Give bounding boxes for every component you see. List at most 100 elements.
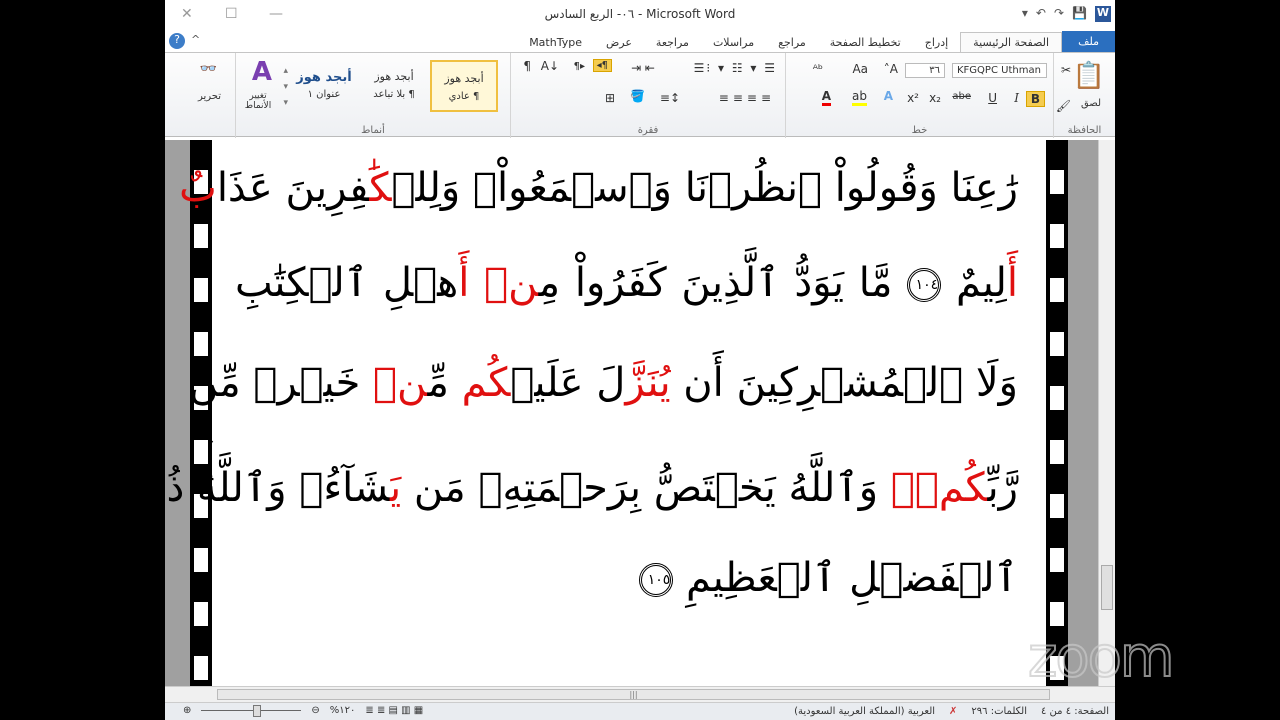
tab-page-layout[interactable]: تخطيط الصفحة bbox=[818, 33, 913, 52]
ltr-direction-button[interactable]: ▸¶ bbox=[574, 61, 585, 72]
help-icon[interactable]: ? bbox=[169, 33, 185, 49]
highlighted-text: كَٰ bbox=[369, 165, 392, 211]
tab-review[interactable]: مراجعة bbox=[644, 33, 701, 52]
style-normal[interactable]: أبجد هوز ¶ عادي bbox=[430, 60, 498, 112]
tab-view[interactable]: عرض bbox=[594, 33, 644, 52]
styles-group: أبجد هوز ¶ عادي أبجد هوز ¶ بلا تباعد أبجد … bbox=[235, 53, 510, 138]
text-segment: وَٱللَّهُ يَخۡتَصُّ بِرَحۡمَتِهِۦ مَن bbox=[401, 465, 891, 511]
status-bar: الصفحة: ٤ من ٤ الكلمات: ٢٩٦ ✗ العربية (ا… bbox=[165, 702, 1115, 720]
subscript-button[interactable]: x₂ bbox=[929, 91, 941, 105]
zoom-in-button[interactable]: ⊕ bbox=[183, 705, 191, 716]
bold-button[interactable]: B bbox=[1025, 91, 1045, 107]
vertical-scroll-thumb[interactable] bbox=[1101, 565, 1113, 610]
text-line: رَٰعِنَا وَقُولُواْ ٱنظُرۡنَا وَٱسۡمَعُو… bbox=[179, 165, 1018, 211]
styles-scroll-arrows[interactable]: ▴ ▾ ▾ bbox=[283, 63, 288, 111]
highlighted-text: يُنَزَّ bbox=[625, 360, 671, 406]
indent-icons[interactable]: ⇤ ⇥ bbox=[631, 61, 655, 75]
font-color-icon[interactable]: A bbox=[821, 89, 831, 106]
tab-references[interactable]: مراجع bbox=[766, 33, 818, 52]
tab-file[interactable]: ملف bbox=[1062, 31, 1115, 52]
grow-font-button[interactable]: A˄ bbox=[884, 62, 898, 76]
mouse-cursor-icon: ↖ bbox=[202, 428, 216, 447]
quick-access-toolbar: ▾ ↶ ↷ 💾 W bbox=[1022, 6, 1111, 22]
text-segment: خَيۡرٖ مِّن bbox=[188, 360, 374, 406]
highlighted-text: نۡ bbox=[373, 360, 428, 406]
borders-icon[interactable]: ⊞ bbox=[605, 91, 615, 105]
sort-icon[interactable]: ↓A bbox=[541, 59, 559, 73]
text-segment: هۡلِ ٱلۡكِتَٰبِ bbox=[235, 260, 459, 306]
strikethrough-button[interactable]: abe bbox=[952, 91, 971, 102]
text-line: وَلَا ٱلۡمُشۡرِكِينَ أَن يُنَزَّلَ عَلَي… bbox=[189, 360, 1018, 406]
change-styles-icon[interactable]: A bbox=[252, 57, 272, 87]
text-line: أَلِيمٌ ١٠٤ مَّا يَوَدُّ ٱلَّذِينَ كَفَر… bbox=[235, 260, 1018, 306]
shading-icon[interactable]: 🪣 bbox=[630, 89, 645, 103]
line-spacing-icon[interactable]: ↕≡ bbox=[660, 91, 680, 105]
rtl-direction-button[interactable]: ¶◂ bbox=[592, 59, 612, 72]
text-segment: فِرِينَ عَذَا bbox=[216, 165, 370, 211]
alignment-buttons[interactable]: ≡≡≡≡ bbox=[719, 91, 775, 105]
document-page[interactable]: رَٰعِنَا وَقُولُواْ ٱنظُرۡنَا وَٱسۡمَعُو… bbox=[147, 140, 1068, 686]
paste-button[interactable]: لصق bbox=[1081, 98, 1101, 109]
text-segment: ٱلۡفَضۡلِ ٱلۡعَظِيمِ bbox=[673, 555, 1018, 601]
italic-button[interactable]: I bbox=[1014, 91, 1019, 105]
text-segment: مِّ bbox=[427, 360, 462, 406]
editing-group: 👓 تحرير bbox=[165, 53, 235, 138]
style-name: ¶ بلا تباعد bbox=[373, 89, 415, 100]
ribbon-tabs: ملف الصفحة الرئيسية إدراج تخطيط الصفحة م… bbox=[165, 30, 1115, 52]
paste-icon[interactable]: 📋 bbox=[1073, 61, 1105, 91]
cut-icon[interactable]: ✂ bbox=[1061, 63, 1071, 77]
editing-button[interactable]: تحرير bbox=[198, 91, 221, 102]
text-line: ٱلۡفَضۡلِ ٱلۡعَظِيمِ ١٠٥ bbox=[235, 555, 1018, 601]
text-segment: مَّا يَوَدُّ ٱلَّذِينَ كَفَرُواْ مِ bbox=[538, 260, 908, 306]
view-buttons[interactable]: ≣ ≣ ▤ ▥ ▦ bbox=[365, 705, 423, 716]
zoom-slider[interactable] bbox=[201, 705, 302, 717]
format-painter-icon[interactable]: 🖌 bbox=[1056, 99, 1071, 113]
zoom-out-button[interactable]: ⊖ bbox=[311, 705, 319, 716]
underline-button[interactable]: U bbox=[988, 91, 997, 105]
highlight-icon[interactable]: ab bbox=[852, 89, 867, 106]
highlighted-text: يَ bbox=[390, 465, 402, 511]
page-count[interactable]: الصفحة: ٤ من ٤ bbox=[1041, 706, 1109, 717]
vertical-scrollbar[interactable] bbox=[1098, 140, 1115, 686]
text-effects-icon[interactable]: A bbox=[884, 89, 893, 103]
tab-home[interactable]: الصفحة الرئيسية bbox=[960, 32, 1063, 52]
change-styles-button[interactable]: تغيير الأنماط bbox=[238, 91, 278, 111]
customize-qat-icon[interactable]: ▾ bbox=[1022, 6, 1028, 22]
text-segment: لَ عَلَيۡ bbox=[510, 360, 626, 406]
save-icon[interactable]: 💾 bbox=[1072, 6, 1087, 22]
highlighted-text: بٌ bbox=[179, 165, 217, 211]
superscript-button[interactable]: x² bbox=[907, 91, 919, 105]
text-segment: شَآءُۚ وَٱللَّهُ ذُو bbox=[147, 465, 390, 511]
tab-insert[interactable]: إدراج bbox=[913, 33, 960, 52]
font-group: KFGQPC Uthman ٣٦ A˄ Aa ᴬᵇ B I U abe x₂ x… bbox=[785, 53, 1053, 138]
style-no-spacing[interactable]: أبجد هوز ¶ بلا تباعد bbox=[360, 60, 428, 112]
find-icon[interactable]: 👓 bbox=[200, 61, 217, 77]
tab-mathtype[interactable]: MathType bbox=[517, 33, 594, 52]
redo-icon[interactable]: ↷ bbox=[1054, 6, 1064, 22]
paragraph-group-label: فقرة bbox=[637, 125, 659, 136]
show-marks-button[interactable]: ¶ bbox=[523, 59, 531, 73]
change-case-button[interactable]: Aa bbox=[852, 62, 868, 76]
bullets-numbering-icons[interactable]: ☰ ▾ ☷ ▾ ⁝☰ bbox=[694, 61, 777, 75]
zoom-level[interactable]: %١٢٠ bbox=[330, 705, 356, 716]
text-line: رَّبِّكُمۡۚ وَٱللَّهُ يَخۡتَصُّ بِرَحۡمَ… bbox=[147, 465, 1018, 511]
word-count[interactable]: الكلمات: ٢٩٦ bbox=[971, 706, 1027, 717]
ribbon: 📋 لصق ✂ 🖌 الحافظة KFGQPC Uthman ٣٦ A˄ Aa… bbox=[165, 52, 1115, 138]
text-segment: وَلَا ٱلۡمُشۡرِكِينَ أَن bbox=[670, 360, 1018, 406]
document-area[interactable]: رَٰعِنَا وَقُولُواْ ٱنظُرۡنَا وَٱسۡمَعُو… bbox=[147, 140, 1115, 686]
style-preview: أبجد هوز bbox=[296, 70, 352, 85]
clipboard-group: 📋 لصق ✂ 🖌 الحافظة bbox=[1053, 53, 1115, 138]
highlighted-text: كُم bbox=[461, 360, 511, 406]
language-indicator[interactable]: العربية (المملكة العربية السعودية) bbox=[794, 706, 935, 717]
font-size-combo[interactable]: ٣٦ bbox=[905, 63, 945, 78]
highlighted-text: كُمۡۚ bbox=[890, 465, 988, 511]
undo-icon[interactable]: ↶ bbox=[1036, 6, 1046, 22]
horizontal-scrollbar[interactable]: ||| bbox=[165, 686, 1115, 702]
font-name-combo[interactable]: KFGQPC Uthman bbox=[952, 63, 1047, 78]
clear-format-icon[interactable]: ᴬᵇ bbox=[813, 62, 823, 76]
proofing-icon[interactable]: ✗ bbox=[949, 706, 957, 717]
minimize-ribbon-icon[interactable]: ^ bbox=[191, 33, 200, 46]
style-heading-1[interactable]: أبجد هوز عنوان ١ bbox=[290, 60, 358, 112]
horizontal-scroll-thumb[interactable]: ||| bbox=[217, 689, 1050, 700]
tab-mailings[interactable]: مراسلات bbox=[701, 33, 766, 52]
